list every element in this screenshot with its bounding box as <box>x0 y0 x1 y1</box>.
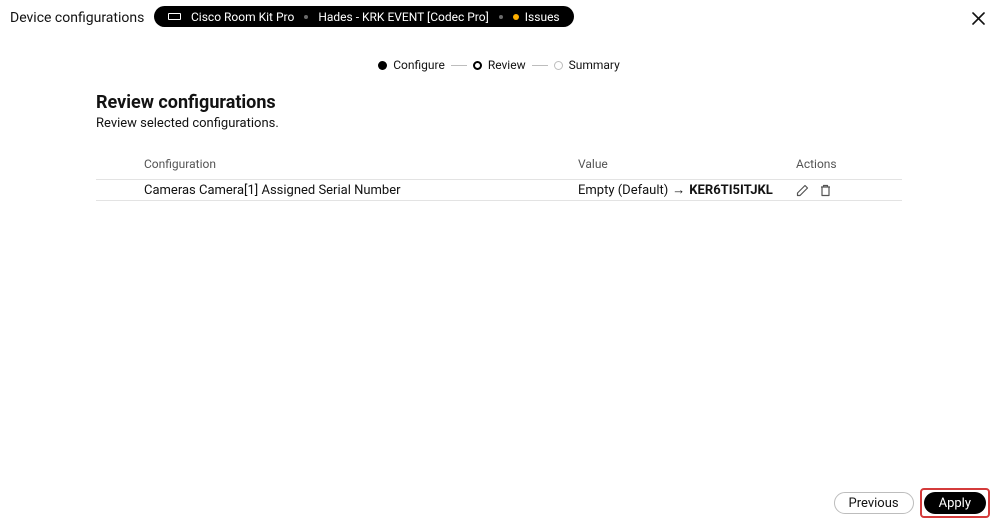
table-row: Cameras Camera[1] Assigned Serial Number… <box>96 179 902 201</box>
step-indicator-done <box>378 61 387 70</box>
delete-button[interactable] <box>819 184 832 197</box>
configurations-table: Configuration Value Actions Cameras Came… <box>96 157 902 201</box>
edit-icon <box>796 184 809 197</box>
apply-highlight: Apply <box>920 488 990 518</box>
separator-dot <box>304 15 308 19</box>
step-label: Summary <box>569 58 620 72</box>
device-name: Cisco Room Kit Pro <box>191 10 294 24</box>
device-context-pill: Cisco Room Kit Pro Hades - KRK EVENT [Co… <box>154 6 574 27</box>
previous-button[interactable]: Previous <box>834 492 914 514</box>
column-header-actions: Actions <box>796 157 854 171</box>
separator-dot <box>499 15 503 19</box>
step-configure[interactable]: Configure <box>378 58 445 72</box>
step-label: Configure <box>393 58 445 72</box>
column-header-configuration: Configuration <box>144 157 578 171</box>
footer: Previous Apply <box>0 486 998 520</box>
step-connector <box>451 65 467 66</box>
close-button[interactable] <box>968 8 988 28</box>
issues-label: Issues <box>525 10 560 24</box>
apply-button[interactable]: Apply <box>924 492 986 514</box>
device-icon <box>168 13 181 20</box>
edit-button[interactable] <box>796 184 809 197</box>
section-title: Review configurations <box>96 92 902 113</box>
issues-status-dot <box>513 14 519 20</box>
step-indicator-current <box>473 61 482 70</box>
arrow-icon: → <box>672 182 685 198</box>
trash-icon <box>820 184 831 197</box>
step-connector <box>532 65 548 66</box>
page-title: Device configurations <box>10 10 144 26</box>
config-value: Empty (Default) → KER6TI5ITJKL <box>578 182 796 198</box>
step-indicator-upcoming <box>554 61 563 70</box>
old-value: Empty (Default) <box>578 183 668 198</box>
step-summary[interactable]: Summary <box>554 58 620 72</box>
stepper: Configure Review Summary <box>0 36 998 92</box>
config-name: Cameras Camera[1] Assigned Serial Number <box>144 183 578 198</box>
section-subtitle: Review selected configurations. <box>96 116 902 131</box>
device-location: Hades - KRK EVENT [Codec Pro] <box>318 10 488 24</box>
new-value: KER6TI5ITJKL <box>689 183 773 198</box>
step-review[interactable]: Review <box>473 58 526 72</box>
step-label: Review <box>488 58 526 72</box>
column-header-value: Value <box>578 157 796 171</box>
close-icon <box>972 12 985 25</box>
